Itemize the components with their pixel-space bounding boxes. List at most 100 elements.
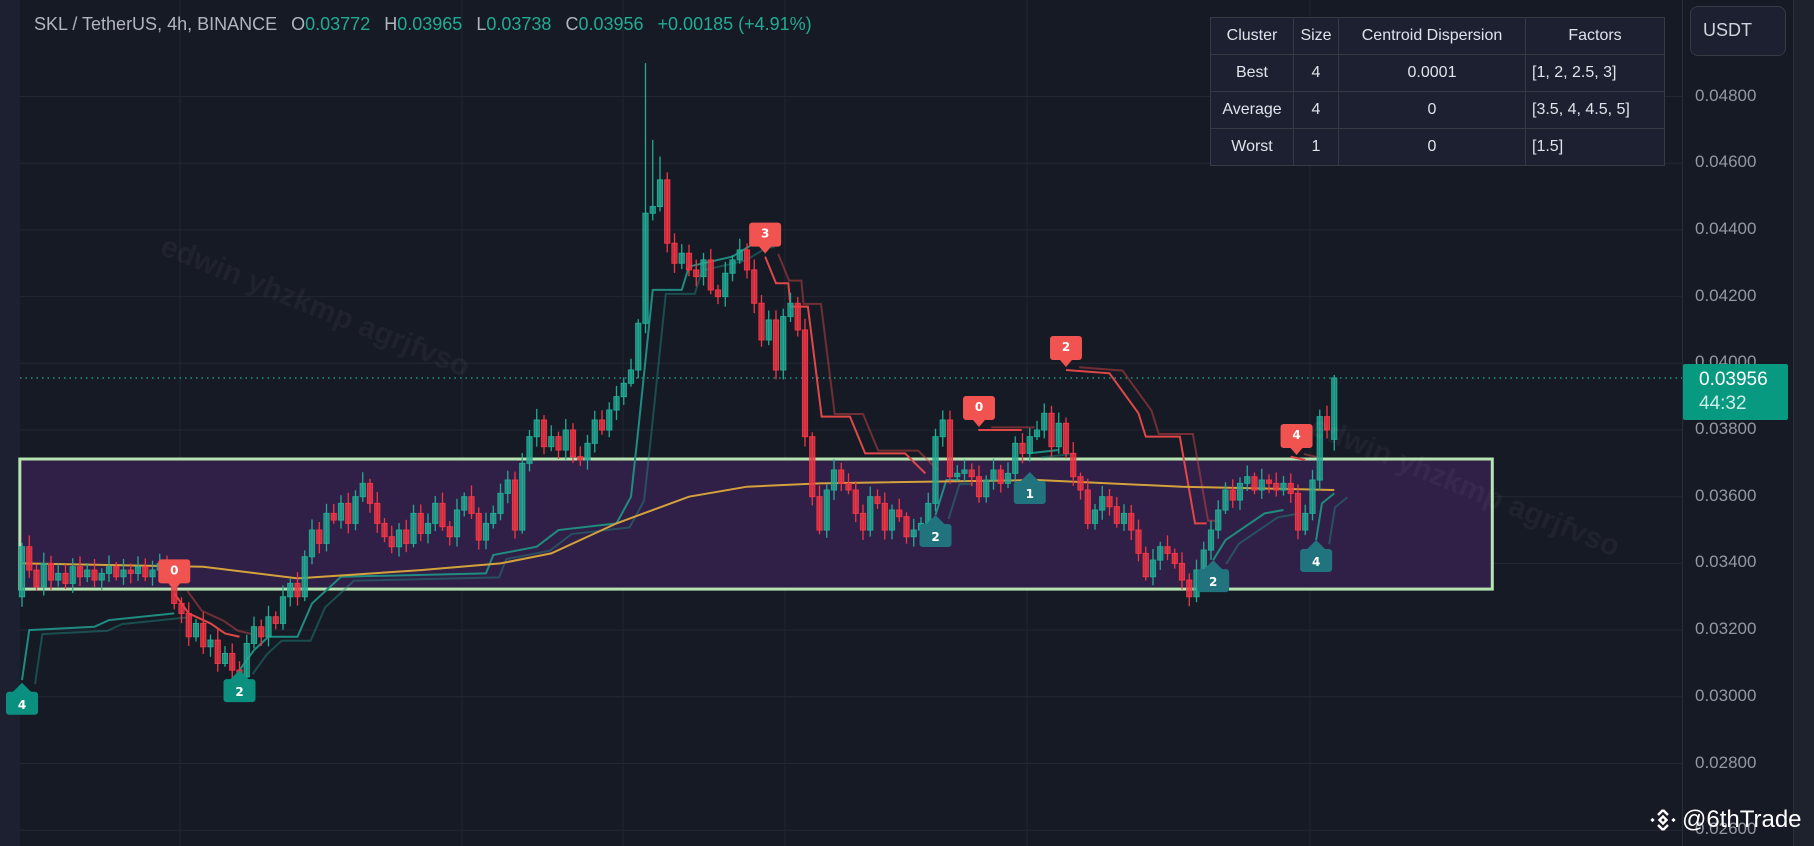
symbol-ohlc-header: SKL / TetherUS, 4h, BINANCE O0.03772 H0.… xyxy=(34,14,812,34)
candle-body xyxy=(359,482,366,498)
candle-body xyxy=(555,436,562,451)
y-tick-label: 0.04200 xyxy=(1695,285,1757,305)
candle-body xyxy=(439,502,446,528)
candle-body xyxy=(838,469,845,484)
candle-body xyxy=(939,419,946,438)
candle-body xyxy=(323,512,330,544)
table-cell: [1.5] xyxy=(1525,128,1665,166)
candle xyxy=(736,238,743,264)
candle-body xyxy=(62,572,69,584)
candle-body xyxy=(845,482,852,491)
candle-body xyxy=(983,479,990,498)
candle-body xyxy=(1135,529,1142,554)
price-axis[interactable]: 0.04800 0.04600 0.04400 0.04200 0.04000 0.038… xyxy=(1682,0,1794,846)
candle-body xyxy=(620,382,627,398)
candle-body xyxy=(765,319,772,341)
candle-body xyxy=(1128,512,1135,531)
column-header: Centroid Dispersion xyxy=(1338,17,1526,55)
candle-body xyxy=(33,569,40,588)
candle xyxy=(772,310,780,380)
candle xyxy=(700,252,707,286)
candle-body xyxy=(1099,496,1106,511)
candle-body xyxy=(772,319,780,371)
candle-body xyxy=(366,482,374,504)
candle-body xyxy=(1207,529,1215,551)
candle-body xyxy=(852,489,859,514)
candle-body xyxy=(1149,559,1157,578)
currency-button[interactable]: USDT xyxy=(1690,6,1786,56)
candle xyxy=(664,172,671,253)
candle-body xyxy=(403,529,410,544)
candle xyxy=(519,452,526,534)
candle-body xyxy=(1200,549,1207,571)
y-tick-label: 0.04400 xyxy=(1695,218,1757,238)
candle-body xyxy=(758,302,765,341)
candle-body xyxy=(105,566,113,574)
candle-body xyxy=(316,529,323,544)
candle-body xyxy=(729,259,736,274)
candle-body xyxy=(736,249,743,261)
candle-body xyxy=(1113,506,1120,524)
candle-body xyxy=(47,562,55,581)
candle-body xyxy=(1091,509,1099,524)
cluster-signal-marker: 4 xyxy=(6,682,38,715)
table-cell: 0.0001 xyxy=(1338,54,1526,92)
cluster-signal-marker: 0 xyxy=(963,396,995,427)
marker-label: 4 xyxy=(1292,428,1300,442)
candle xyxy=(540,415,548,455)
candle xyxy=(569,423,577,463)
brand-watermark: @6thTrade xyxy=(1650,806,1802,834)
candle-body xyxy=(1236,482,1244,501)
candle-body xyxy=(671,242,678,264)
candle-body xyxy=(91,569,98,581)
candle-body xyxy=(700,259,707,278)
candle-body xyxy=(482,522,490,541)
marker-label: 2 xyxy=(931,530,939,544)
candle-body xyxy=(1186,579,1193,598)
marker-label: 0 xyxy=(975,400,983,414)
candle-body xyxy=(352,496,359,524)
candle-body xyxy=(1004,472,1012,484)
candle-body xyxy=(345,502,352,524)
candle-body xyxy=(1280,482,1287,491)
candle-body xyxy=(1294,492,1302,531)
candle-body xyxy=(446,526,453,538)
candle xyxy=(1048,405,1055,457)
candle-body xyxy=(279,596,287,624)
table-header-row: Cluster Size Centroid Dispersion Factors xyxy=(1210,17,1665,55)
candle xyxy=(272,611,279,630)
candle-body xyxy=(287,582,294,598)
candle-body xyxy=(613,396,620,411)
candle-body xyxy=(410,512,417,544)
candle-body xyxy=(896,509,903,518)
candle xyxy=(823,484,830,538)
candle-body xyxy=(301,556,308,598)
candle xyxy=(555,431,562,460)
candle-body xyxy=(453,509,461,538)
candle-body xyxy=(424,522,432,534)
marker-label: 3 xyxy=(761,227,769,241)
candle-body xyxy=(591,419,598,444)
candle-body xyxy=(18,546,26,598)
candle-body xyxy=(192,622,200,638)
marker-label: 2 xyxy=(1062,340,1070,354)
high-value: 0.03965 xyxy=(397,14,463,34)
cluster-table: Cluster Size Centroid Dispersion Factors… xyxy=(1210,17,1665,166)
candle xyxy=(714,284,722,305)
candle xyxy=(562,418,569,460)
candle xyxy=(591,410,598,453)
candle xyxy=(214,629,221,672)
candle-body xyxy=(490,512,497,524)
table-cell: Best xyxy=(1210,54,1294,92)
column-header: Cluster xyxy=(1210,17,1294,55)
candle xyxy=(533,408,540,447)
marker-label: 4 xyxy=(1312,555,1320,569)
candle xyxy=(1026,428,1033,462)
candle xyxy=(207,634,214,657)
symbol-label[interactable]: SKL / TetherUS, 4h, BINANCE xyxy=(34,14,277,34)
candle-body xyxy=(1258,479,1265,491)
candle-body xyxy=(664,179,671,244)
candle-body xyxy=(149,569,156,578)
cluster-signal-marker: 2 xyxy=(223,670,256,703)
candle xyxy=(279,585,287,630)
